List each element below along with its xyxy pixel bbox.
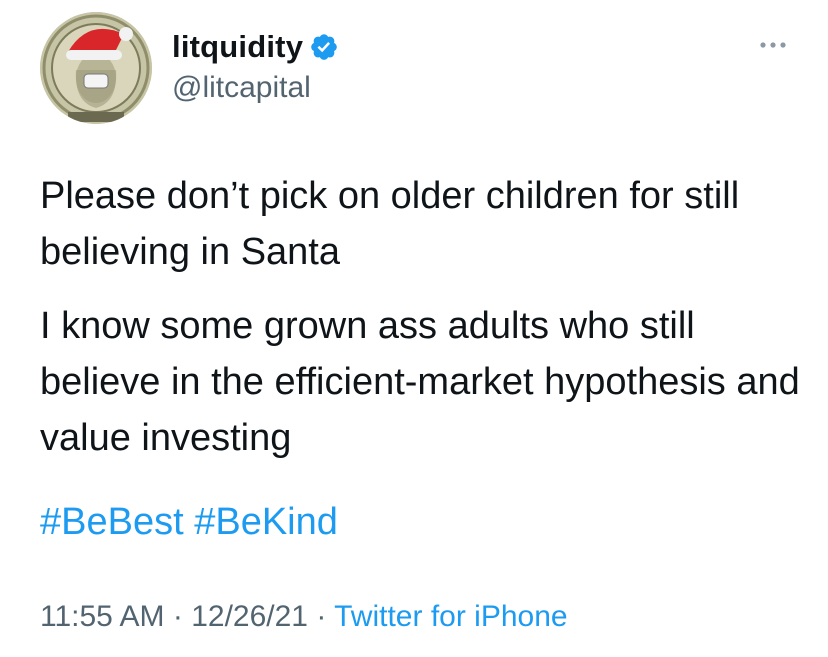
author-name-row[interactable]: litquidity	[172, 26, 339, 68]
tweet-source-link[interactable]: Twitter for iPhone	[334, 600, 567, 633]
tweet-date[interactable]: 12/26/21	[191, 600, 308, 633]
tweet-paragraph: I know some grown ass adults who still b…	[40, 305, 800, 459]
hashtag-row: #BeBest #BeKind	[40, 494, 338, 550]
more-options-icon[interactable]	[756, 36, 790, 54]
tweet-paragraph: Please don’t pick on older children for …	[40, 175, 740, 273]
meta-separator: ·	[316, 600, 327, 633]
hashtag-link[interactable]: #BeBest	[40, 501, 184, 543]
display-name[interactable]: litquidity	[172, 26, 303, 68]
hashtag-link[interactable]: #BeKind	[194, 501, 338, 543]
tweet-metadata: 11:55 AM · 12/26/21 · Twitter for iPhone	[40, 597, 568, 637]
verified-badge-icon	[309, 32, 339, 62]
tweet-time[interactable]: 11:55 AM	[40, 600, 165, 633]
tweet-text: Please don’t pick on older children for …	[40, 168, 800, 466]
avatar[interactable]	[40, 12, 152, 124]
user-handle[interactable]: @litcapital	[172, 68, 311, 108]
meta-separator: ·	[172, 600, 183, 633]
